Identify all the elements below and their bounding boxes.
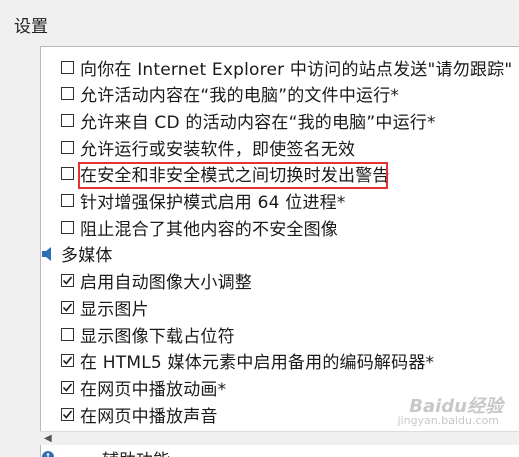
category-accessibility-label: 辅助功能 (102, 446, 170, 457)
check-icon (62, 302, 73, 313)
checkbox-unchecked[interactable] (61, 221, 74, 234)
checkbox-checked[interactable] (61, 354, 74, 367)
setting-label: 显示图片 (80, 295, 149, 320)
checkbox-unchecked[interactable] (61, 61, 74, 74)
setting-label: 在网页中播放声音 (80, 402, 218, 427)
setting-row[interactable]: 显示图像下载占位符 (61, 320, 235, 348)
checkbox-checked[interactable] (61, 301, 74, 314)
checkbox-unchecked[interactable] (61, 87, 74, 100)
setting-row[interactable]: 允许活动内容在“我的电脑”的文件中运行* (61, 80, 399, 108)
setting-label: 针对增强保护模式启用 64 位进程* (80, 188, 346, 213)
setting-label: 启用自动图像大小调整 (80, 268, 252, 293)
setting-row[interactable]: 在网页中播放声音 (61, 400, 218, 428)
check-icon (62, 382, 73, 393)
setting-label: 多媒体 (61, 241, 113, 266)
setting-label: 显示图像下载占位符 (80, 322, 235, 347)
watermark-url: jingyan.baidu.com (397, 414, 499, 427)
setting-row[interactable]: 在安全和非安全模式之间切换时发出警告 (61, 160, 390, 188)
setting-label: 在 HTML5 媒体元素中启用备用的编码解码器* (80, 348, 434, 373)
checkbox-checked[interactable] (61, 381, 74, 394)
category-multimedia: 多媒体 (41, 240, 113, 268)
setting-row[interactable]: 在 HTML5 媒体元素中启用备用的编码解码器* (61, 347, 434, 375)
setting-label: 向你在 Internet Explorer 中访问的站点发送"请勿跟踪" (80, 55, 512, 80)
setting-label: 阻止混合了其他内容的不安全图像 (80, 215, 338, 240)
setting-label: 允许来自 CD 的活动内容在“我的电脑”中运行* (80, 108, 436, 133)
setting-row[interactable]: 向你在 Internet Explorer 中访问的站点发送"请勿跟踪" (61, 53, 512, 81)
checkbox-unchecked[interactable] (61, 194, 74, 207)
check-icon (62, 409, 73, 420)
setting-row[interactable]: 允许来自 CD 的活动内容在“我的电脑”中运行* (61, 106, 436, 134)
setting-label: 允许运行或安装软件，即使签名无效 (80, 135, 355, 160)
setting-row[interactable]: 在网页中播放动画* (61, 373, 226, 401)
checkbox-unchecked[interactable] (61, 328, 74, 341)
checkbox-unchecked[interactable] (61, 167, 74, 180)
setting-label: 允许活动内容在“我的电脑”的文件中运行* (80, 81, 399, 106)
check-icon (62, 355, 73, 366)
setting-row[interactable]: 允许运行或安装软件，即使签名无效 (61, 133, 355, 161)
check-icon (62, 275, 73, 286)
scroll-left-icon[interactable]: ◀ (44, 433, 52, 444)
setting-row[interactable]: 阻止混合了其他内容的不安全图像 (61, 213, 338, 241)
multimedia-icon (41, 245, 55, 263)
setting-row[interactable]: 针对增强保护模式启用 64 位进程* (61, 187, 346, 215)
section-title: 设置 (14, 12, 48, 37)
horizontal-scrollbar[interactable]: ◀ (40, 431, 519, 445)
accessibility-icon (41, 450, 55, 457)
setting-row[interactable]: 显示图片 (61, 293, 149, 321)
setting-label: 在安全和非安全模式之间切换时发出警告 (80, 161, 390, 186)
checkbox-unchecked[interactable] (61, 141, 74, 154)
checkbox-unchecked[interactable] (61, 114, 74, 127)
checkbox-checked[interactable] (61, 408, 74, 421)
setting-label: 在网页中播放动画* (80, 375, 226, 400)
checkbox-checked[interactable] (61, 274, 74, 287)
setting-row[interactable]: 启用自动图像大小调整 (61, 267, 252, 295)
